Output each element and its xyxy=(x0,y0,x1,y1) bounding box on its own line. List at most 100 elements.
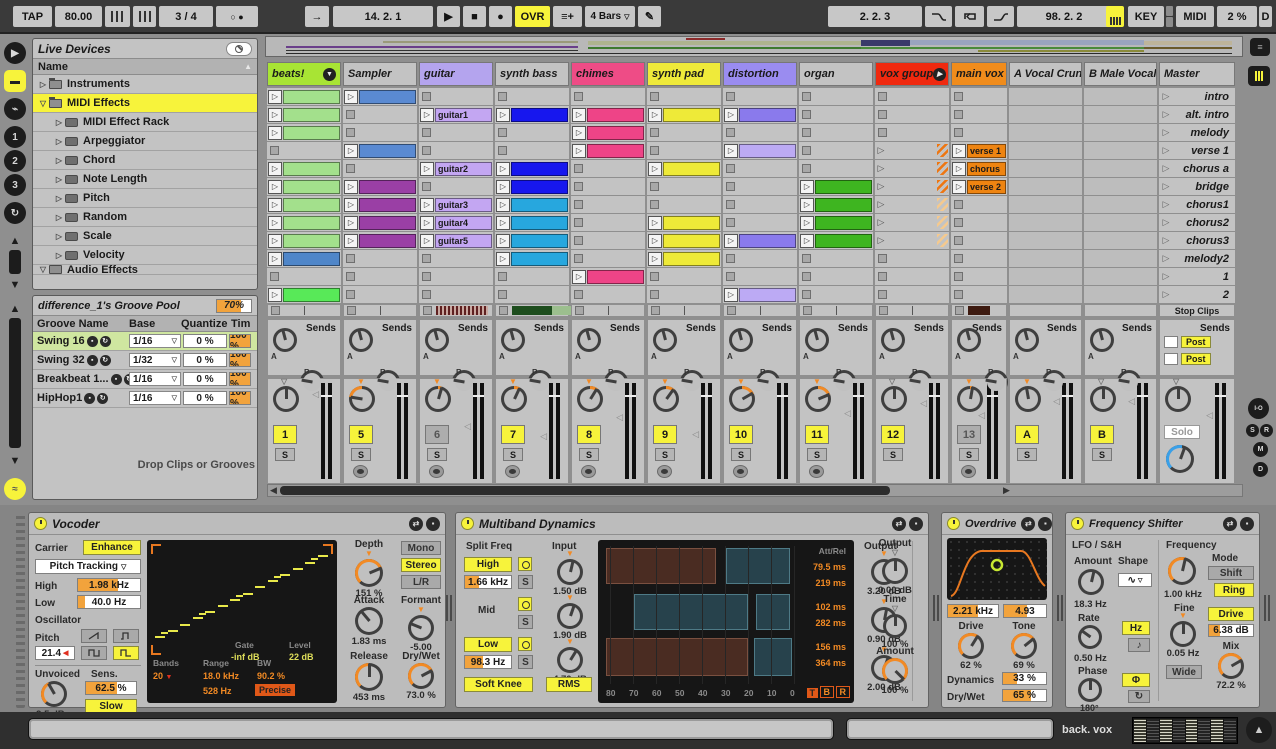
clip-stop-row[interactable] xyxy=(1009,304,1082,317)
clip-slot[interactable]: ▷ xyxy=(875,214,949,232)
track-activator[interactable]: 5 xyxy=(349,425,373,444)
clip-slot[interactable] xyxy=(571,250,645,268)
clip-stop-row[interactable] xyxy=(343,304,417,317)
scene-play-icon[interactable]: ▷ xyxy=(1159,235,1173,246)
clip-stop-row[interactable] xyxy=(571,304,645,317)
expanded-icon[interactable]: ▽ xyxy=(37,265,49,274)
clip-slot[interactable] xyxy=(875,250,949,268)
groove-quantize-field[interactable]: 0 % xyxy=(181,372,229,386)
scene-slot[interactable]: ▷chorus a xyxy=(1159,160,1235,178)
clip-slot[interactable] xyxy=(571,232,645,250)
collapsed-icon[interactable]: ▷ xyxy=(53,251,65,260)
clip-slot[interactable] xyxy=(647,88,721,106)
clip-slot[interactable] xyxy=(875,124,949,142)
clip-slot[interactable] xyxy=(1009,286,1082,304)
scene-play-icon[interactable]: ▷ xyxy=(1159,181,1173,192)
clip-slot[interactable]: ▷ xyxy=(267,160,341,178)
high-split-field[interactable]: 1.66 kHz xyxy=(464,575,512,589)
browser-item-velocity[interactable]: ▷Velocity xyxy=(33,246,257,265)
clip-slot[interactable] xyxy=(799,124,873,142)
clip-stop-button[interactable] xyxy=(574,254,583,263)
time-knob[interactable]: Time▽ 100 % xyxy=(869,594,921,650)
pitch-value-field[interactable]: 21.4◀ xyxy=(35,646,75,660)
clip-slot[interactable]: ▷guitar5 xyxy=(419,232,493,250)
scrollbar-thumb[interactable] xyxy=(280,486,890,495)
clip-slot[interactable] xyxy=(723,88,797,106)
clip-play-button[interactable]: ▷ xyxy=(344,180,358,194)
stop-all-button[interactable] xyxy=(499,306,508,315)
clip[interactable]: verse 1 xyxy=(967,144,1006,158)
overdrive-title-bar[interactable]: Overdrive ⇄▪ xyxy=(942,513,1052,535)
pan-knob[interactable] xyxy=(425,386,451,412)
clip-slot[interactable] xyxy=(419,88,493,106)
track-activator[interactable]: 13 xyxy=(957,425,981,444)
clip-play-button[interactable]: ▷ xyxy=(268,162,282,176)
clip-slot[interactable]: ▷ xyxy=(495,178,569,196)
clip-slot[interactable] xyxy=(1084,268,1157,286)
save-preset-icon[interactable]: ▪ xyxy=(426,517,440,531)
clip-play-button[interactable]: ▷ xyxy=(800,198,814,212)
clip-stop-button[interactable] xyxy=(346,290,355,299)
group-slot-play-icon[interactable]: ▷ xyxy=(875,145,887,156)
bw-value[interactable]: 90.2 % xyxy=(257,671,285,681)
clip-slot[interactable]: ▷ xyxy=(799,214,873,232)
clip-slot[interactable] xyxy=(495,142,569,160)
clip-slot[interactable]: ▷ xyxy=(875,196,949,214)
track-header[interactable]: synth pad xyxy=(647,62,721,86)
clip-play-button[interactable]: ▷ xyxy=(420,198,434,212)
groove-quantize-field[interactable]: 0 % xyxy=(181,353,229,367)
save-groove-icon[interactable]: ▪ xyxy=(87,355,98,366)
post-button[interactable]: Post xyxy=(1181,336,1211,348)
stop-all-button[interactable] xyxy=(347,306,356,315)
clip-stop-button[interactable] xyxy=(878,92,887,101)
send-a-knob[interactable] xyxy=(729,328,753,352)
solo-button[interactable]: S xyxy=(959,448,979,461)
clip-play-button[interactable]: ▷ xyxy=(268,90,282,104)
arm-monitor-button[interactable] xyxy=(657,465,672,478)
clip-slot[interactable] xyxy=(799,268,873,286)
record-button[interactable]: ● xyxy=(489,6,512,27)
send-config-box[interactable] xyxy=(1164,353,1178,365)
clip-play-button[interactable]: ▷ xyxy=(572,108,586,122)
groove-scrollbar[interactable] xyxy=(9,318,21,448)
collapsed-icon[interactable]: ▷ xyxy=(53,156,65,165)
pan-knob[interactable] xyxy=(1090,386,1116,412)
clip-stop-button[interactable] xyxy=(726,200,735,209)
device-on-toggle[interactable] xyxy=(1071,517,1084,530)
scene-play-icon[interactable]: ▷ xyxy=(1159,109,1173,120)
clip-stop-button[interactable] xyxy=(954,272,963,281)
play-preview-icon[interactable]: ▶ xyxy=(4,42,26,64)
clip-stop-button[interactable] xyxy=(726,272,735,281)
collapsed-icon[interactable]: ▷ xyxy=(53,118,65,127)
quantization-select[interactable]: 4 Bars▽ xyxy=(585,6,635,27)
scene-slot[interactable]: ▷melody2 xyxy=(1159,250,1235,268)
clip-slot[interactable] xyxy=(875,106,949,124)
post-button[interactable]: Post xyxy=(1181,353,1211,365)
clip-slot[interactable] xyxy=(419,142,493,160)
clip-slot[interactable] xyxy=(1009,142,1082,160)
solo-button[interactable]: S xyxy=(579,448,599,461)
clip-slot[interactable] xyxy=(571,214,645,232)
solo-button[interactable]: S xyxy=(1017,448,1037,461)
clip-slot[interactable] xyxy=(799,160,873,178)
clip-slot[interactable]: ▷ xyxy=(343,142,417,160)
clip-slot[interactable]: ▷ xyxy=(495,196,569,214)
clip-slot[interactable] xyxy=(267,142,341,160)
clip-play-button[interactable]: ▷ xyxy=(268,234,282,248)
clip-stop-button[interactable] xyxy=(574,236,583,245)
clip-stop-button[interactable] xyxy=(498,290,507,299)
clip[interactable] xyxy=(511,180,568,194)
clip-slot[interactable]: ▷ xyxy=(799,178,873,196)
arm-monitor-button[interactable] xyxy=(505,465,520,478)
browser-item-arpeggiator[interactable]: ▷Arpeggiator xyxy=(33,132,257,151)
clip-slot[interactable] xyxy=(343,124,417,142)
high-freq-field[interactable]: 1.98 kHz xyxy=(77,578,141,592)
clip-slot[interactable]: ▷ xyxy=(343,214,417,232)
clip-slot[interactable] xyxy=(1009,124,1082,142)
low-split-field[interactable]: 98.3 Hz xyxy=(464,655,512,669)
clip[interactable] xyxy=(283,162,340,176)
clip-play-button[interactable]: ▷ xyxy=(952,180,966,194)
track-header[interactable]: organ xyxy=(799,62,873,86)
clip-stop-button[interactable] xyxy=(954,200,963,209)
clip-stop-button[interactable] xyxy=(574,164,583,173)
